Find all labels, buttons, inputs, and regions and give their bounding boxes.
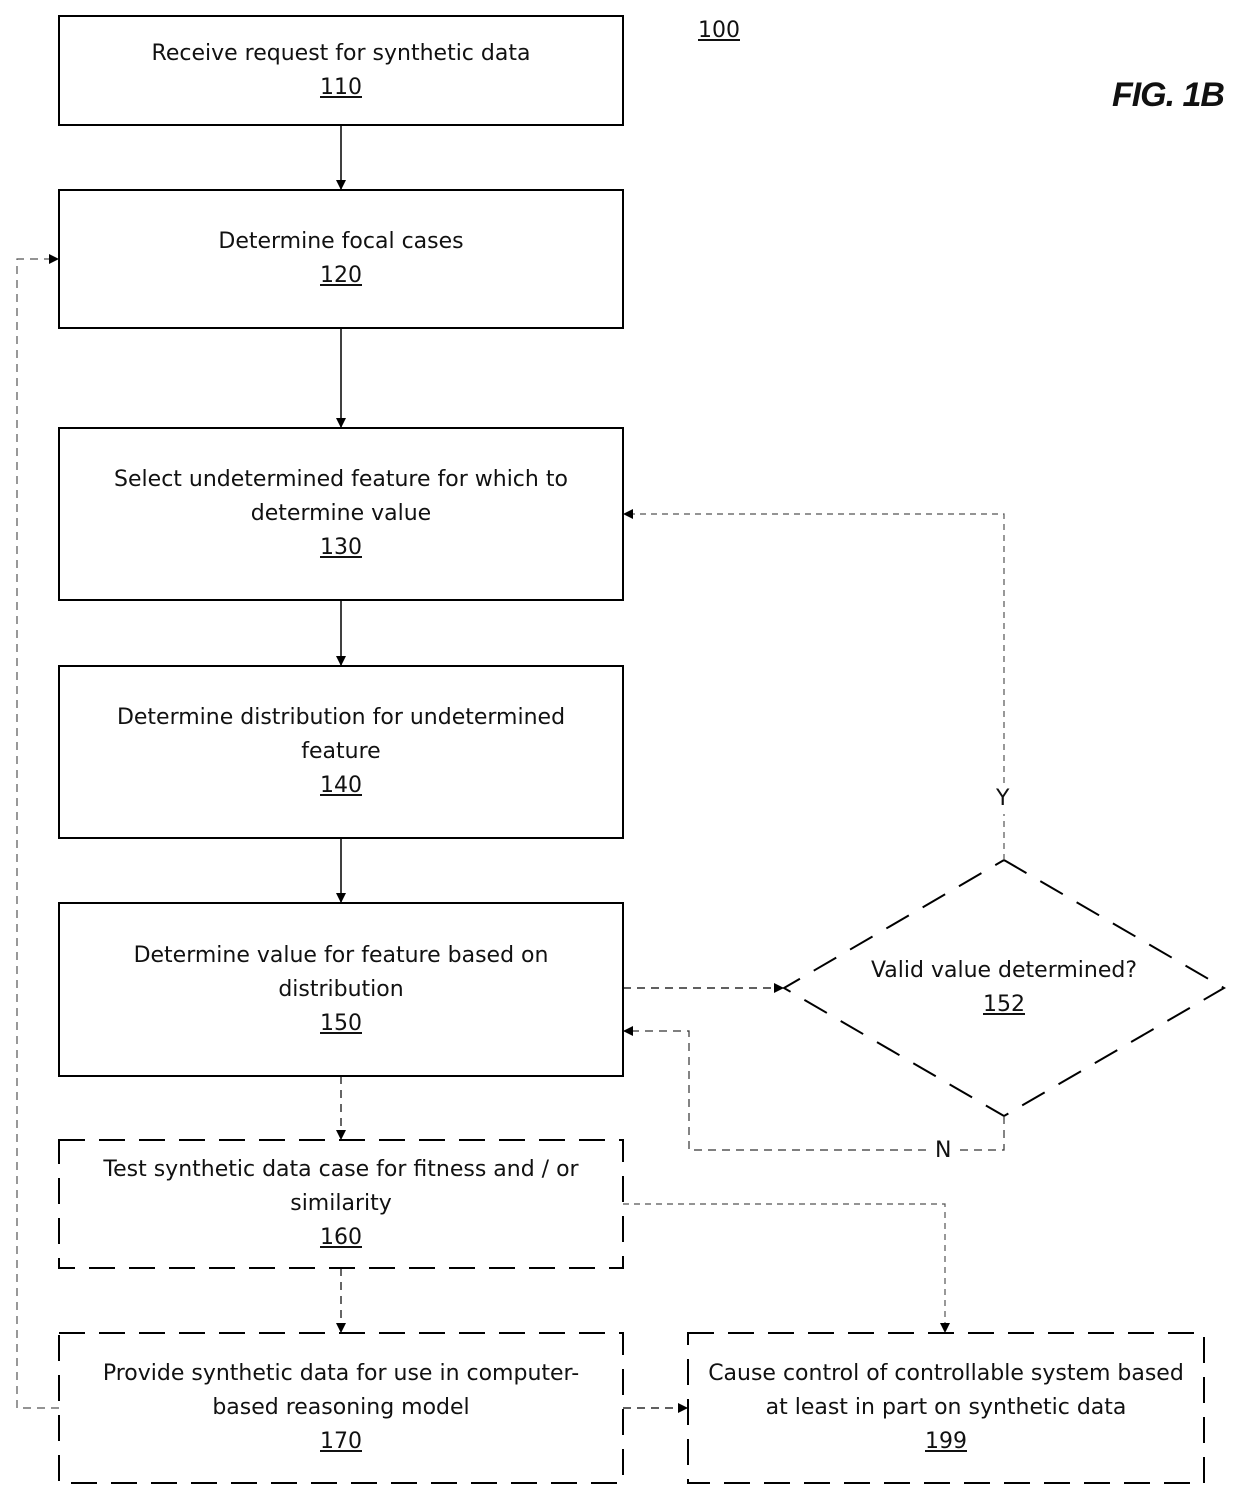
step-ref: 199 bbox=[925, 1429, 967, 1454]
step-text: Cause control of controllable system bas… bbox=[708, 1361, 1184, 1420]
no-label: N bbox=[935, 1138, 952, 1163]
step-ref: 130 bbox=[320, 535, 362, 560]
step-130: Select undetermined feature for which to… bbox=[80, 428, 602, 600]
step-120: Determine focal cases 120 bbox=[59, 190, 623, 328]
decision-ref: 152 bbox=[983, 992, 1025, 1017]
step-text: Determine distribution for undetermined … bbox=[116, 705, 566, 764]
step-150: Determine value for feature based on dis… bbox=[90, 903, 592, 1076]
step-ref: 120 bbox=[320, 263, 362, 288]
yes-label: Y bbox=[996, 786, 1010, 811]
step-text: Determine value for feature based on dis… bbox=[133, 942, 549, 1002]
step-text: Receive request for synthetic data bbox=[151, 40, 531, 66]
step-140: Determine distribution for undetermined … bbox=[80, 666, 602, 838]
arrow-152-no-150 bbox=[623, 1026, 1005, 1151]
arrow-170-loop-120 bbox=[16, 254, 59, 1409]
step-ref: 140 bbox=[320, 773, 362, 798]
step-text: Determine focal cases bbox=[218, 229, 464, 254]
step-110: Receive request for synthetic data 110 bbox=[59, 16, 623, 125]
decision-152: Valid value determined? 152 bbox=[844, 948, 1164, 1028]
arrow-152-yes-130 bbox=[623, 509, 1005, 860]
decision-text: Valid value determined? bbox=[870, 958, 1138, 983]
step-text: Test synthetic data case for fitness and… bbox=[103, 1157, 579, 1216]
step-170: Provide synthetic data for use in comput… bbox=[75, 1333, 607, 1483]
arrow-160-199 bbox=[623, 1203, 950, 1333]
step-ref: 170 bbox=[320, 1429, 362, 1454]
step-ref: 110 bbox=[320, 74, 362, 100]
step-ref: 150 bbox=[320, 1010, 362, 1036]
figure-label: FIG. 1B bbox=[1111, 76, 1225, 114]
step-text: Provide synthetic data for use in comput… bbox=[102, 1361, 580, 1420]
step-text: Select undetermined feature for which to… bbox=[114, 467, 568, 526]
step-160: Test synthetic data case for fitness and… bbox=[75, 1140, 607, 1268]
figure-ref: 100 bbox=[698, 18, 740, 43]
step-199: Cause control of controllable system bas… bbox=[700, 1333, 1192, 1483]
step-ref: 160 bbox=[320, 1225, 362, 1250]
